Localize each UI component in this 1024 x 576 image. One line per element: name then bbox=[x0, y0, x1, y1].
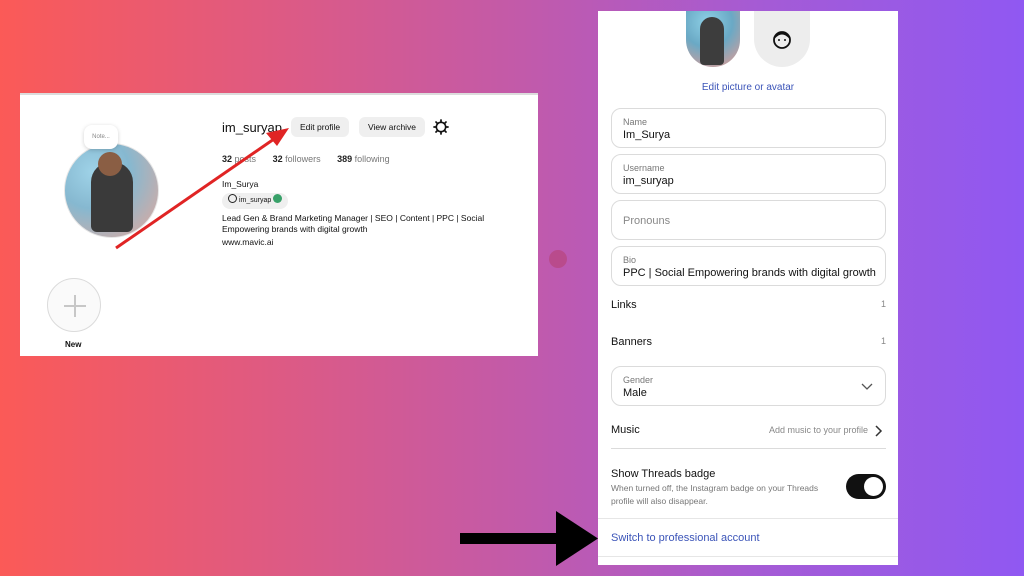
profile-avatar[interactable] bbox=[64, 143, 159, 238]
followers-count[interactable]: 32 bbox=[273, 154, 283, 164]
divider bbox=[598, 556, 898, 557]
name-value: Im_Surya bbox=[623, 129, 671, 141]
username-value: im_suryap bbox=[623, 175, 674, 187]
profile-stats: 32 posts 32 followers 389 following bbox=[222, 154, 390, 164]
divider bbox=[20, 93, 538, 95]
following-label[interactable]: following bbox=[355, 154, 390, 164]
profile-picture[interactable] bbox=[686, 11, 740, 67]
threads-badge[interactable]: im_suryap bbox=[222, 193, 289, 209]
verified-check-icon bbox=[273, 194, 283, 203]
gender-value: Male bbox=[623, 387, 647, 399]
decorative-dot bbox=[549, 250, 567, 268]
name-field[interactable]: Name Im_Surya bbox=[611, 108, 886, 148]
username-label: Username bbox=[623, 163, 665, 173]
bio-value: PPC | Social Empowering brands with digi… bbox=[623, 267, 876, 279]
bio-field[interactable]: Bio PPC | Social Empowering brands with … bbox=[611, 246, 886, 286]
music-row[interactable]: Music Add music to your profile bbox=[611, 424, 886, 440]
avatar-face-icon bbox=[773, 31, 791, 49]
bio-line: Lead Gen & Brand Marketing Manager | SEO… bbox=[222, 213, 485, 223]
links-label: Links bbox=[611, 299, 637, 311]
followers-label[interactable]: followers bbox=[285, 154, 321, 164]
threads-icon bbox=[228, 194, 237, 203]
note-bubble[interactable]: Note... bbox=[84, 125, 118, 149]
profile-website-link[interactable]: www.mavic.ai bbox=[222, 237, 273, 247]
pronouns-field[interactable]: Pronouns bbox=[611, 200, 886, 240]
toggle-knob bbox=[864, 477, 883, 496]
username-field[interactable]: Username im_suryap bbox=[611, 154, 886, 194]
bio-line: Empowering brands with digital growth bbox=[222, 224, 368, 234]
profile-username: im_suryap bbox=[222, 120, 282, 135]
following-count[interactable]: 389 bbox=[337, 154, 352, 164]
banners-row[interactable]: Banners 1 bbox=[611, 336, 886, 352]
edit-picture-link[interactable]: Edit picture or avatar bbox=[598, 82, 898, 93]
avatar-photo-head bbox=[98, 152, 122, 176]
threads-badge-description: When turned off, the Instagram badge on … bbox=[611, 483, 819, 506]
divider bbox=[611, 448, 886, 449]
chevron-down-icon bbox=[861, 383, 873, 390]
threads-badge-toggle[interactable] bbox=[846, 474, 886, 499]
posts-label: posts bbox=[234, 154, 257, 164]
links-row[interactable]: Links 1 bbox=[611, 299, 886, 315]
posts-count: 32 bbox=[222, 154, 233, 164]
desktop-profile-card: Note... im_suryap Edit profile View arch… bbox=[20, 93, 538, 356]
settings-gear-icon[interactable] bbox=[433, 119, 449, 135]
new-highlight-button[interactable] bbox=[47, 278, 101, 332]
banners-count: 1 bbox=[880, 336, 886, 346]
name-label: Name bbox=[623, 117, 648, 127]
switch-professional-account-link[interactable]: Switch to professional account bbox=[611, 532, 760, 544]
mobile-edit-profile-panel: Edit picture or avatar Name Im_Surya Use… bbox=[598, 11, 898, 565]
banners-label: Banners bbox=[611, 336, 652, 348]
divider bbox=[598, 518, 898, 519]
edit-profile-button[interactable]: Edit profile bbox=[291, 117, 350, 137]
profile-bio: Lead Gen & Brand Marketing Manager | SEO… bbox=[222, 213, 507, 235]
pronouns-placeholder: Pronouns bbox=[623, 215, 671, 227]
gender-select[interactable]: Gender Male bbox=[611, 366, 886, 406]
profile-display-name: Im_Surya bbox=[222, 179, 259, 189]
links-count: 1 bbox=[880, 299, 886, 309]
view-archive-button[interactable]: View archive bbox=[359, 117, 426, 137]
gender-label: Gender bbox=[623, 375, 654, 385]
threads-badge-title: Show Threads badge bbox=[611, 468, 716, 480]
avatar-option[interactable] bbox=[754, 11, 810, 67]
bio-label: Bio bbox=[623, 255, 637, 265]
music-label: Music bbox=[611, 424, 640, 436]
new-highlight-label: New bbox=[65, 340, 82, 349]
threads-handle: im_suryap bbox=[239, 197, 272, 204]
black-annotation-arrow-icon bbox=[460, 511, 598, 566]
chevron-right-icon bbox=[875, 425, 883, 437]
avatar-photo-body bbox=[700, 17, 724, 65]
music-hint: Add music to your profile bbox=[768, 425, 868, 435]
